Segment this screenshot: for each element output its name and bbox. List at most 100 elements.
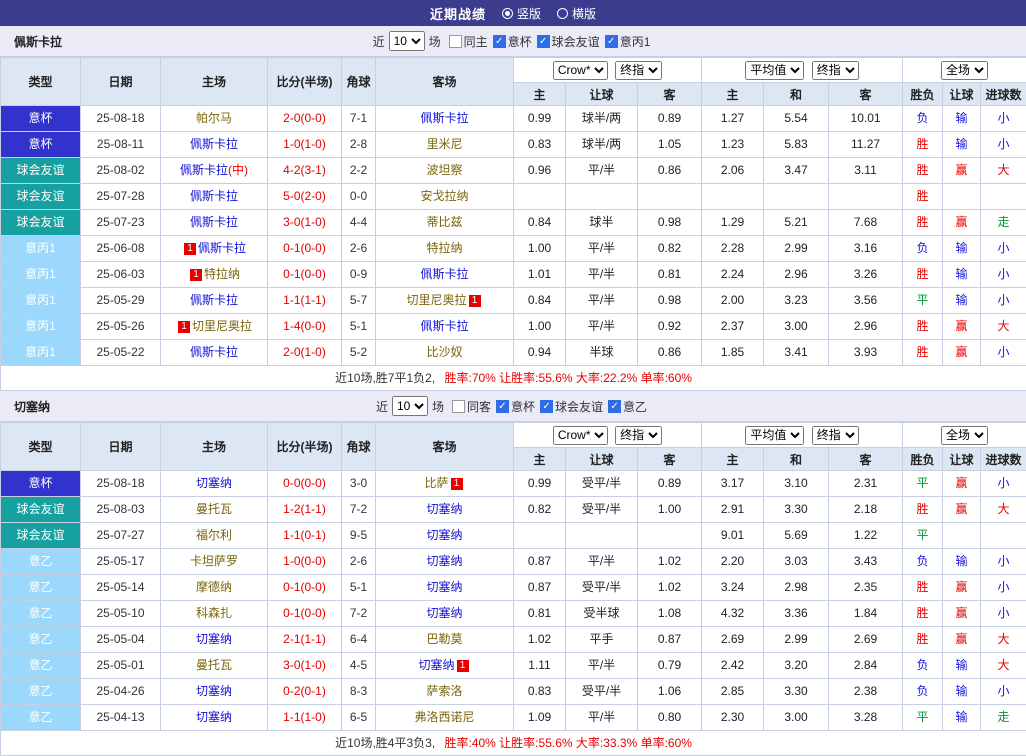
avg-stage-select[interactable]: 终指 (812, 61, 859, 80)
col-odds-home: 主 (514, 83, 566, 106)
team-name[interactable]: 帕尔马 (196, 111, 232, 125)
checkbox-unchecked-icon[interactable] (449, 35, 462, 48)
avg-away-cell: 2.35 (829, 575, 903, 601)
avg-away-cell: 3.16 (829, 236, 903, 262)
away-team-cell: 弗洛西诺尼 (376, 705, 514, 731)
team-name[interactable]: 佩斯卡拉 (180, 163, 228, 177)
team-name[interactable]: 佩斯卡拉 (420, 111, 468, 125)
team-name[interactable]: 佩斯卡拉 (420, 267, 468, 281)
checkbox-unchecked-icon[interactable] (452, 400, 465, 413)
team-name[interactable]: 比沙奴 (426, 345, 462, 359)
team-name[interactable]: 佩斯卡拉 (420, 319, 468, 333)
odds-away-cell: 1.06 (638, 679, 702, 705)
match-type-cell: 意乙 (1, 549, 81, 575)
filter-意丙1[interactable]: 意丙1 (605, 33, 651, 50)
odds-away-cell (638, 523, 702, 549)
avg-away-cell: 11.27 (829, 132, 903, 158)
avg-home-cell: 2.30 (702, 705, 764, 731)
bookmaker-select[interactable]: Crow* (553, 426, 608, 445)
team-name[interactable]: 佩斯卡拉 (198, 241, 246, 255)
team-name[interactable]: 切塞纳 (196, 476, 232, 490)
checkbox-checked-icon[interactable] (605, 35, 618, 48)
match-count-select[interactable]: 10 (389, 31, 425, 51)
team-name[interactable]: 佩斯卡拉 (190, 137, 238, 151)
checkbox-checked-icon[interactable] (496, 400, 509, 413)
team-name[interactable]: 摩德纳 (196, 580, 232, 594)
checkbox-checked-icon[interactable] (537, 35, 550, 48)
checkbox-checked-icon[interactable] (608, 400, 621, 413)
team-name[interactable]: 波坦察 (426, 163, 462, 177)
team-name[interactable]: 曼托瓦 (196, 502, 232, 516)
handicap-cell: 平/半 (566, 705, 638, 731)
team-name[interactable]: 切塞纳 (426, 606, 462, 620)
team-name[interactable]: 切里尼奥拉 (406, 293, 466, 307)
filter-同客[interactable]: 同客 (452, 398, 491, 415)
team-name[interactable]: 切塞纳 (426, 580, 462, 594)
scope-select[interactable]: 全场 (941, 61, 988, 80)
bookmaker-select[interactable]: Crow* (553, 61, 608, 80)
radio-vertical-layout[interactable]: 竖版 (502, 5, 541, 22)
team-name[interactable]: 曼托瓦 (196, 658, 232, 672)
team-name[interactable]: 切塞纳 (196, 632, 232, 646)
team-name[interactable]: 佩斯卡拉 (190, 189, 238, 203)
match-score-cell: 0-1(0-0) (268, 601, 342, 627)
home-team-cell: 福尔利 (161, 523, 268, 549)
team-name[interactable]: 切塞纳 (196, 710, 232, 724)
home-team-cell: 帕尔马 (161, 106, 268, 132)
team-name[interactable]: 切塞纳 (196, 684, 232, 698)
col-score: 比分(半场) (268, 423, 342, 471)
team-name[interactable]: 特拉纳 (204, 267, 240, 281)
radio-horizontal-layout[interactable]: 横版 (557, 5, 596, 22)
avg-home-cell: 1.29 (702, 210, 764, 236)
average-odds-select[interactable]: 平均值 (745, 61, 804, 80)
checkbox-checked-icon[interactable] (493, 35, 506, 48)
team-name[interactable]: 福尔利 (196, 528, 232, 542)
team-name[interactable]: 切里尼奥拉 (192, 319, 252, 333)
odds-home-cell: 1.02 (514, 627, 566, 653)
team-name[interactable]: 巴勒莫 (426, 632, 462, 646)
team-name[interactable]: 特拉纳 (426, 241, 462, 255)
filter-意杯[interactable]: 意杯 (496, 398, 535, 415)
result-wdl-cell: 平 (903, 705, 943, 731)
checkbox-checked-icon[interactable] (540, 400, 553, 413)
team-name[interactable]: 佩斯卡拉 (190, 293, 238, 307)
filter-球会友谊[interactable]: 球会友谊 (537, 33, 600, 50)
match-count-select[interactable]: 10 (392, 396, 428, 416)
avg-draw-cell: 2.96 (764, 262, 829, 288)
avg-home-cell: 2.06 (702, 158, 764, 184)
team-name[interactable]: 切塞纳 (426, 528, 462, 542)
avg-draw-cell: 3.03 (764, 549, 829, 575)
team-name[interactable]: 佩斯卡拉 (190, 345, 238, 359)
filter-意杯[interactable]: 意杯 (493, 33, 532, 50)
average-odds-select[interactable]: 平均值 (745, 426, 804, 445)
team-name[interactable]: 比萨 (424, 476, 448, 490)
col-corner: 角球 (342, 423, 376, 471)
avg-stage-select[interactable]: 终指 (812, 426, 859, 445)
filter-同主[interactable]: 同主 (449, 33, 488, 50)
radio-selected-icon (502, 8, 513, 19)
match-date-cell: 25-05-22 (81, 340, 161, 366)
team-name[interactable]: 弗洛西诺尼 (414, 710, 474, 724)
team-name[interactable]: 安戈拉纳 (420, 189, 468, 203)
scope-select[interactable]: 全场 (941, 426, 988, 445)
team-name[interactable]: 切塞纳 (426, 502, 462, 516)
filter-球会友谊[interactable]: 球会友谊 (540, 398, 603, 415)
team-name[interactable]: 蒂比兹 (426, 215, 462, 229)
home-team-cell: 曼托瓦 (161, 653, 268, 679)
team-name[interactable]: 切塞纳 (418, 658, 454, 672)
odds-stage-select[interactable]: 终指 (615, 61, 662, 80)
match-type-cell: 球会友谊 (1, 497, 81, 523)
team-name[interactable]: 萨索洛 (426, 684, 462, 698)
team-name[interactable]: 卡坦萨罗 (190, 554, 238, 568)
odds-home-cell: 1.00 (514, 314, 566, 340)
team-name[interactable]: 佩斯卡拉 (190, 215, 238, 229)
odds-stage-select[interactable]: 终指 (615, 426, 662, 445)
avg-away-cell: 2.31 (829, 471, 903, 497)
result-handicap-cell: 赢 (943, 314, 981, 340)
match-type-cell: 意乙 (1, 575, 81, 601)
avg-home-cell: 4.32 (702, 601, 764, 627)
filter-意乙[interactable]: 意乙 (608, 398, 647, 415)
team-name[interactable]: 切塞纳 (426, 554, 462, 568)
team-name[interactable]: 科森扎 (196, 606, 232, 620)
team-name[interactable]: 里米尼 (426, 137, 462, 151)
